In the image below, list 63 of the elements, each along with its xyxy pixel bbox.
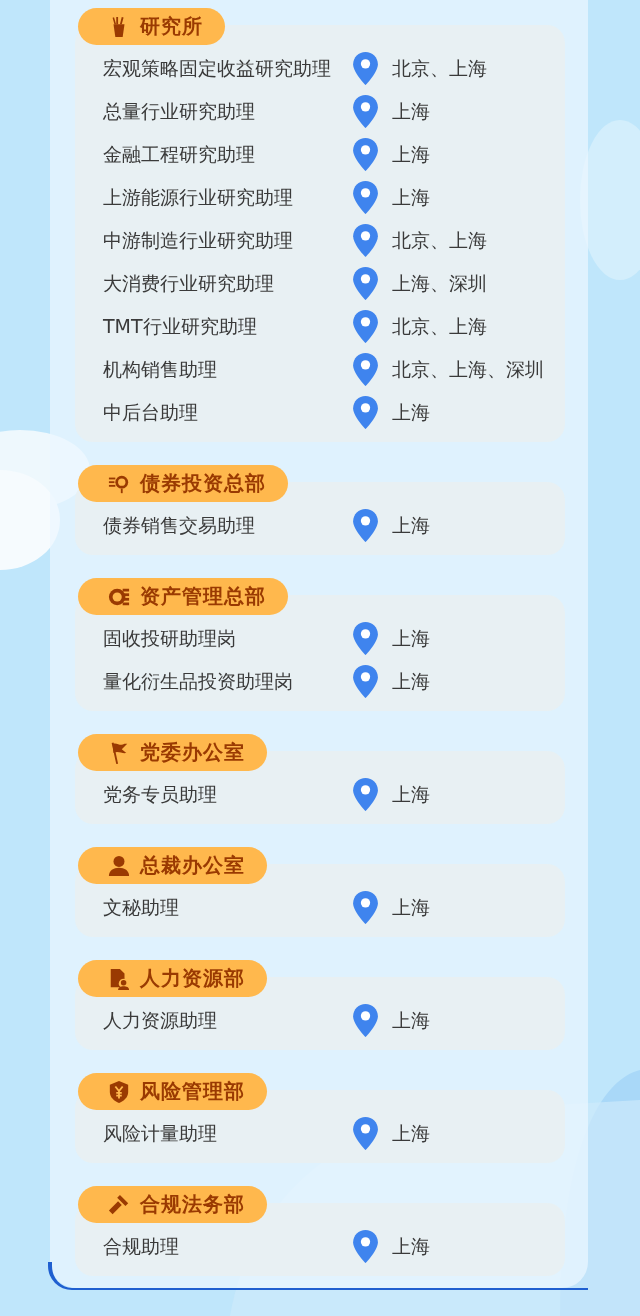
person-icon — [108, 853, 130, 878]
location-text: 北京、上海 — [392, 227, 487, 253]
gavel-icon — [108, 1192, 130, 1217]
location-pin-icon — [353, 1004, 378, 1037]
location-text: 上海 — [392, 1007, 430, 1033]
section-title: 债券投资总部 — [140, 470, 266, 497]
section-title: 党委办公室 — [140, 739, 245, 766]
job-title: TMT行业研究助理 — [103, 313, 258, 339]
location-pin-icon — [353, 396, 378, 429]
location-pin-icon — [353, 181, 378, 214]
job-title: 人力资源助理 — [103, 1007, 218, 1033]
location-text: 上海 — [392, 781, 430, 807]
job-title: 上游能源行业研究助理 — [103, 184, 294, 210]
location-pin-icon — [353, 224, 378, 257]
job-title: 债券销售交易助理 — [103, 512, 256, 538]
job-title: 量化衍生品投资助理岗 — [103, 668, 294, 694]
job-title: 中后台助理 — [103, 399, 199, 425]
location-pin-icon — [353, 1230, 378, 1263]
location-pin-icon — [353, 95, 378, 128]
location-text: 上海 — [392, 1233, 430, 1259]
job-title: 固收投研助理岗 — [103, 625, 237, 651]
location-pin-icon — [353, 52, 378, 85]
location-pin-icon — [353, 310, 378, 343]
location-text: 北京、上海、深圳 — [392, 356, 544, 382]
job-title: 中游制造行业研究助理 — [103, 227, 294, 253]
location-text: 上海、深圳 — [392, 270, 487, 296]
location-text: 上海 — [392, 668, 430, 694]
location-text: 上海 — [392, 98, 430, 124]
section-title: 总裁办公室 — [140, 852, 245, 879]
job-title: 合规助理 — [103, 1233, 180, 1259]
location-text: 上海 — [392, 399, 430, 425]
location-text: 上海 — [392, 894, 430, 920]
location-pin-icon — [353, 622, 378, 655]
location-pin-icon — [353, 267, 378, 300]
location-pin-icon — [353, 891, 378, 924]
location-pin-icon — [353, 509, 378, 542]
location-text: 上海 — [392, 141, 430, 167]
document-person-icon — [108, 966, 130, 991]
job-title: 总量行业研究助理 — [103, 98, 256, 124]
job-title: 风险计量助理 — [103, 1120, 218, 1146]
location-pin-icon — [353, 1117, 378, 1150]
location-pin-icon — [353, 778, 378, 811]
location-text: 上海 — [392, 184, 430, 210]
location-text: 上海 — [392, 625, 430, 651]
section-title: 合规法务部 — [140, 1191, 245, 1218]
section-title: 研究所 — [140, 13, 203, 40]
location-pin-icon — [353, 138, 378, 171]
section-title: 人力资源部 — [140, 965, 245, 992]
section-title: 资产管理总部 — [140, 583, 266, 610]
job-title: 文秘助理 — [103, 894, 180, 920]
location-pin-icon — [353, 353, 378, 386]
section-title: 风险管理部 — [140, 1078, 245, 1105]
job-title: 宏观策略固定收益研究助理 — [103, 55, 332, 81]
job-title: 金融工程研究助理 — [103, 141, 256, 167]
location-pin-icon — [353, 665, 378, 698]
job-title: 机构销售助理 — [103, 356, 218, 382]
location-text: 北京、上海 — [392, 55, 487, 81]
job-title: 大消费行业研究助理 — [103, 270, 275, 296]
location-text: 上海 — [392, 1120, 430, 1146]
location-text: 上海 — [392, 512, 430, 538]
location-text: 北京、上海 — [392, 313, 487, 339]
job-title: 党务专员助理 — [103, 781, 218, 807]
shield-icon — [108, 1079, 130, 1104]
